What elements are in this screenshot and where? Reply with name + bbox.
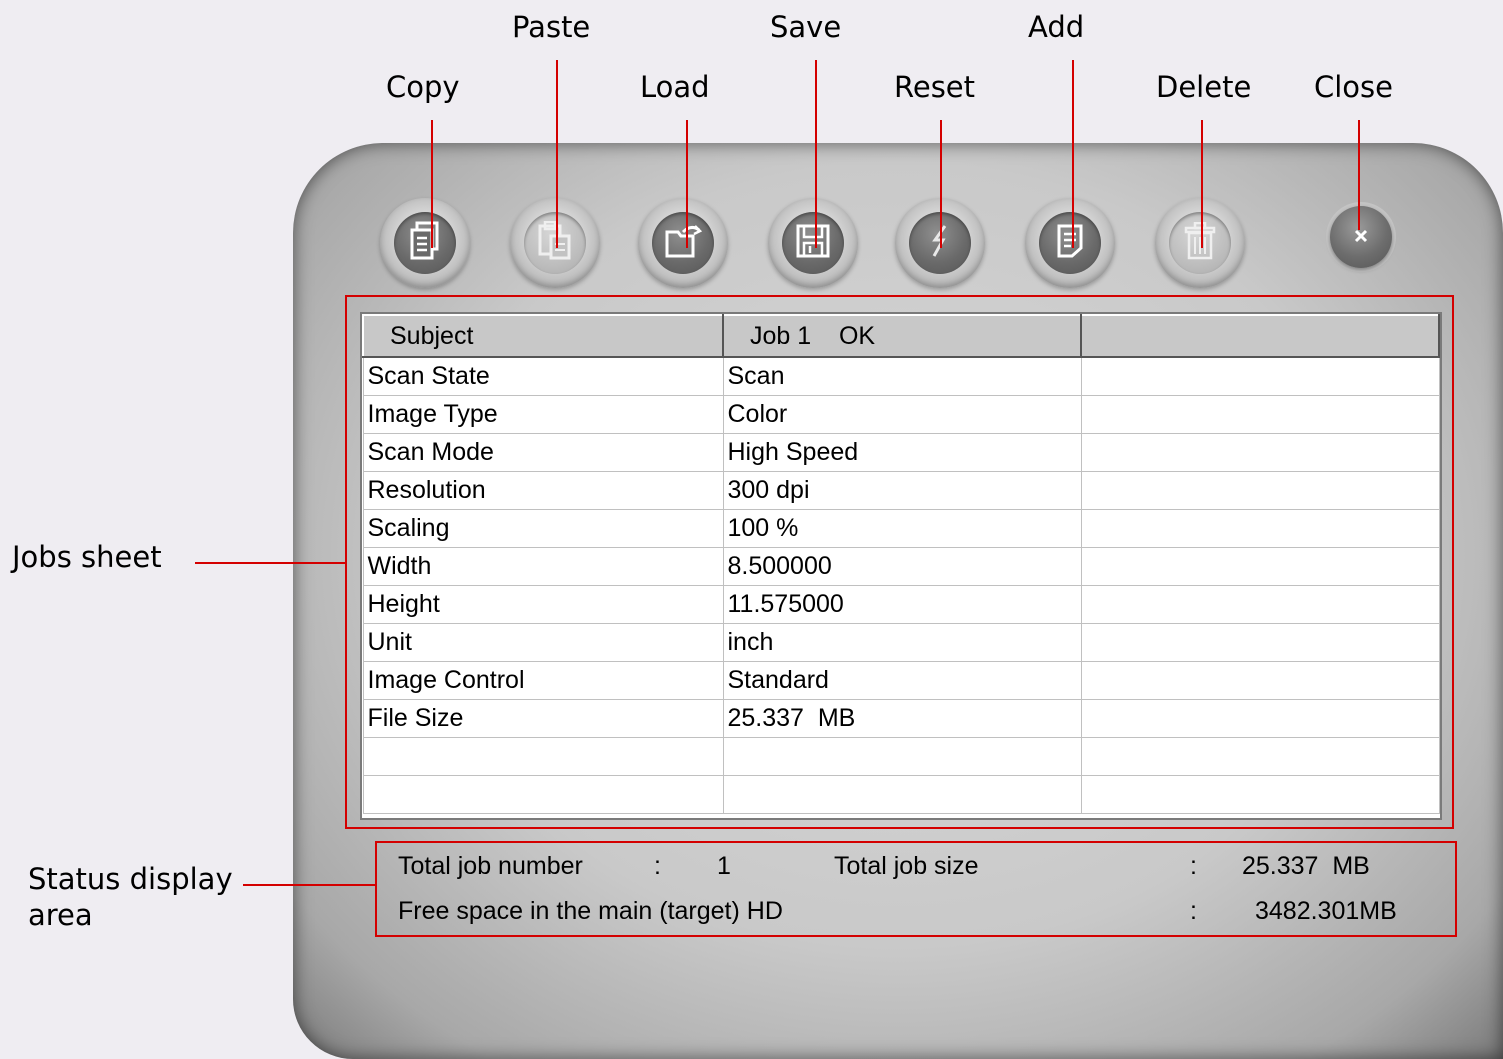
leader-load: [686, 120, 688, 248]
callout-status-line1: Status display: [28, 862, 233, 896]
add-icon: [1055, 223, 1085, 263]
save-button[interactable]: [768, 198, 858, 288]
callout-reset: Reset: [894, 70, 976, 104]
leader-delete: [1201, 120, 1203, 248]
callout-load: Load: [640, 70, 710, 104]
close-button[interactable]: [1330, 206, 1392, 268]
delete-button[interactable]: [1155, 198, 1245, 288]
callout-delete: Delete: [1156, 70, 1252, 104]
load-icon: [663, 222, 703, 264]
close-icon: [1354, 228, 1368, 247]
callout-status-line2: area: [28, 898, 93, 932]
copy-icon: [408, 221, 442, 265]
leader-save: [815, 60, 817, 248]
save-icon: [795, 223, 831, 263]
leader-jobs-sheet: [195, 562, 345, 564]
jobs-sheet-highlight: [345, 295, 1454, 829]
callout-jobs-sheet: Jobs sheet: [12, 540, 162, 574]
add-button[interactable]: [1025, 198, 1115, 288]
callout-paste: Paste: [512, 10, 591, 44]
leader-reset: [940, 120, 942, 248]
leader-add: [1072, 60, 1074, 248]
callout-close: Close: [1314, 70, 1393, 104]
leader-status-area: [243, 884, 375, 886]
leader-copy: [431, 120, 433, 248]
leader-paste: [556, 60, 558, 248]
callout-add: Add: [1028, 10, 1085, 44]
status-area-highlight: [375, 841, 1457, 937]
paste-icon: [537, 220, 573, 265]
delete-icon: [1184, 221, 1216, 264]
load-button[interactable]: [638, 198, 728, 288]
callout-save: Save: [770, 10, 842, 44]
paste-button[interactable]: [510, 198, 600, 288]
leader-close: [1358, 120, 1360, 230]
callout-copy: Copy: [386, 70, 460, 104]
copy-button[interactable]: [380, 198, 470, 288]
